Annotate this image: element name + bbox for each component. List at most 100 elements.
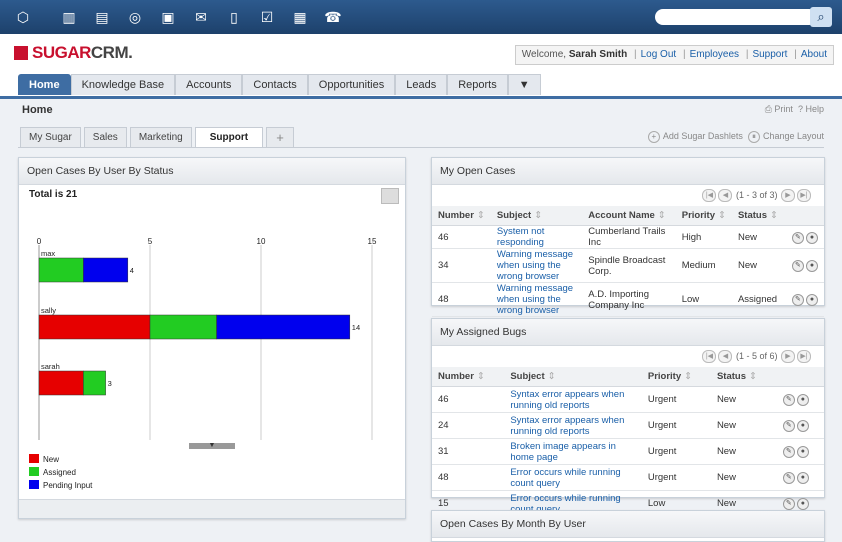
- row-actions: ✎ ●: [783, 225, 824, 249]
- sort-icon[interactable]: ⇕: [749, 371, 757, 382]
- subject-link[interactable]: Warning message when using the wrong bro…: [497, 283, 573, 316]
- view-icon[interactable]: ●: [805, 231, 818, 244]
- column-header[interactable]: Subject ⇕: [490, 206, 583, 226]
- chart-dashlet: Open Cases By User By Status Total is 21…: [18, 157, 406, 519]
- printer-icon[interactable]: [381, 188, 399, 204]
- sort-icon[interactable]: ⇕: [548, 371, 556, 382]
- prev-page-icon[interactable]: ◀: [718, 189, 733, 202]
- help-link[interactable]: Help: [805, 104, 824, 114]
- edit-icon[interactable]: ✎: [791, 260, 804, 272]
- subject-link[interactable]: Error occurs while running count query: [510, 467, 620, 489]
- nav-tab-3[interactable]: Contacts: [242, 74, 308, 95]
- subject-link[interactable]: Syntax error appears when running old re…: [510, 415, 624, 437]
- last-page-icon[interactable]: ▶|: [797, 350, 811, 363]
- chart-total: Total is 21: [29, 189, 78, 200]
- legend-item: New: [29, 454, 92, 467]
- nav-tab-0[interactable]: Home: [18, 74, 71, 95]
- edit-icon[interactable]: ✎: [782, 472, 795, 484]
- add-dashlets-link[interactable]: Add Sugar Dashlets: [663, 131, 743, 141]
- view-icon[interactable]: ●: [796, 420, 809, 432]
- edit-icon[interactable]: ✎: [782, 446, 795, 458]
- next-page-icon[interactable]: ▶: [781, 350, 795, 363]
- dashboard-tab-4[interactable]: +: [266, 127, 295, 147]
- column-header[interactable]: Number ⇕: [432, 206, 491, 226]
- subject-link[interactable]: Syntax error appears when running old re…: [510, 389, 624, 411]
- employees-link[interactable]: Employees: [690, 49, 739, 60]
- dashboard-tab-2[interactable]: Marketing: [129, 127, 192, 147]
- sort-icon[interactable]: ⇕: [534, 210, 542, 221]
- actions-header: [783, 206, 824, 226]
- cell-status: New: [710, 412, 775, 439]
- edit-icon[interactable]: ✎: [791, 231, 804, 244]
- bar-total-label: 3: [108, 379, 112, 388]
- subject-link[interactable]: Warning message when using the wrong bro…: [497, 249, 573, 282]
- sort-icon[interactable]: ⇕: [477, 210, 485, 221]
- edit-icon[interactable]: ✎: [782, 498, 795, 510]
- open-cases-table: Number ⇕ Subject ⇕ Account Name ⇕ Priority ⇕ Sta…: [432, 206, 824, 317]
- nav-tab-2[interactable]: Accounts: [175, 74, 243, 95]
- about-link[interactable]: About: [801, 49, 827, 60]
- id-card-icon[interactable]: ▤: [93, 8, 111, 26]
- logo[interactable]: SUGARCRM.: [14, 43, 133, 63]
- first-page-icon[interactable]: |◀: [702, 189, 717, 202]
- sort-icon[interactable]: ⇕: [718, 210, 726, 221]
- column-header[interactable]: Account Name ⇕: [582, 206, 676, 226]
- briefcase-icon[interactable]: ▣: [159, 8, 177, 26]
- bugs-dashlet: My Assigned Bugs |◀ ◀ (1 - 5 of 6) ▶ ▶| Nu…: [431, 318, 825, 517]
- nav-tab-5[interactable]: Leads: [395, 74, 448, 95]
- sort-icon[interactable]: ⇕: [477, 371, 485, 382]
- column-header[interactable]: Number ⇕: [432, 367, 505, 387]
- view-icon[interactable]: ●: [796, 498, 809, 510]
- edit-icon[interactable]: ✎: [782, 420, 795, 432]
- view-icon[interactable]: ●: [805, 294, 818, 306]
- dashboard-tab-0[interactable]: My Sugar: [20, 127, 81, 147]
- cell-number: 48: [432, 282, 491, 317]
- column-header[interactable]: Priority ⇕: [675, 206, 732, 226]
- column-header[interactable]: Priority ⇕: [641, 367, 711, 387]
- edit-icon[interactable]: ✎: [782, 394, 795, 406]
- print-link[interactable]: Print: [774, 104, 793, 114]
- logout-link[interactable]: Log Out: [641, 49, 677, 60]
- dashboard-tab-1[interactable]: Sales: [83, 127, 127, 147]
- sort-icon[interactable]: ⇕: [658, 210, 666, 221]
- breadcrumb: Home: [22, 104, 53, 116]
- coins-icon[interactable]: ◎: [126, 8, 144, 26]
- cell-subject: Broken image appears in home page: [504, 438, 642, 465]
- view-icon[interactable]: ●: [796, 394, 809, 406]
- sort-icon[interactable]: ⇕: [770, 210, 778, 221]
- top-toolbar: ⬡ ▥ ▤ ◎ ▣ ✉ ▯ ☑ ▦ ☎ ⌕: [0, 0, 842, 34]
- search-input[interactable]: [655, 9, 817, 25]
- nav-tab-4[interactable]: Opportunities: [307, 74, 396, 95]
- building-icon[interactable]: ▥: [60, 8, 78, 26]
- subject-link[interactable]: System not responding: [497, 226, 545, 248]
- next-page-icon[interactable]: ▶: [781, 189, 795, 202]
- last-page-icon[interactable]: ▶|: [797, 189, 811, 202]
- document-icon[interactable]: ▯: [225, 8, 243, 26]
- column-header[interactable]: Subject ⇕: [504, 367, 642, 387]
- view-icon[interactable]: ●: [796, 472, 809, 484]
- mail-icon[interactable]: ✉: [192, 8, 210, 26]
- chart-expand-handle[interactable]: ▼: [189, 442, 235, 449]
- prev-page-icon[interactable]: ◀: [718, 350, 733, 363]
- column-header[interactable]: Status ⇕: [710, 367, 775, 387]
- dashboard-tab-3[interactable]: Support: [194, 127, 264, 147]
- cube-icon[interactable]: ⬡: [14, 8, 32, 26]
- clipboard-icon[interactable]: ☑: [258, 8, 276, 26]
- calendar-icon[interactable]: ▦: [291, 8, 309, 26]
- phone-icon[interactable]: ☎: [324, 8, 342, 26]
- first-page-icon[interactable]: |◀: [702, 350, 717, 363]
- support-link[interactable]: Support: [752, 49, 787, 60]
- cell-priority: Medium: [675, 248, 732, 283]
- subject-link[interactable]: Broken image appears in home page: [510, 441, 616, 463]
- nav-tab-6[interactable]: Reports: [447, 74, 508, 95]
- view-icon[interactable]: ●: [796, 446, 809, 458]
- nav-tab-1[interactable]: Knowledge Base: [70, 74, 176, 95]
- actions-header: [774, 367, 824, 387]
- search-button[interactable]: ⌕: [810, 7, 832, 27]
- edit-icon[interactable]: ✎: [791, 294, 804, 306]
- view-icon[interactable]: ●: [805, 260, 818, 272]
- sort-icon[interactable]: ⇕: [684, 371, 692, 382]
- nav-tab-7[interactable]: ▼: [507, 74, 541, 95]
- column-header[interactable]: Status ⇕: [731, 206, 784, 226]
- change-layout-link[interactable]: Change Layout: [763, 131, 824, 141]
